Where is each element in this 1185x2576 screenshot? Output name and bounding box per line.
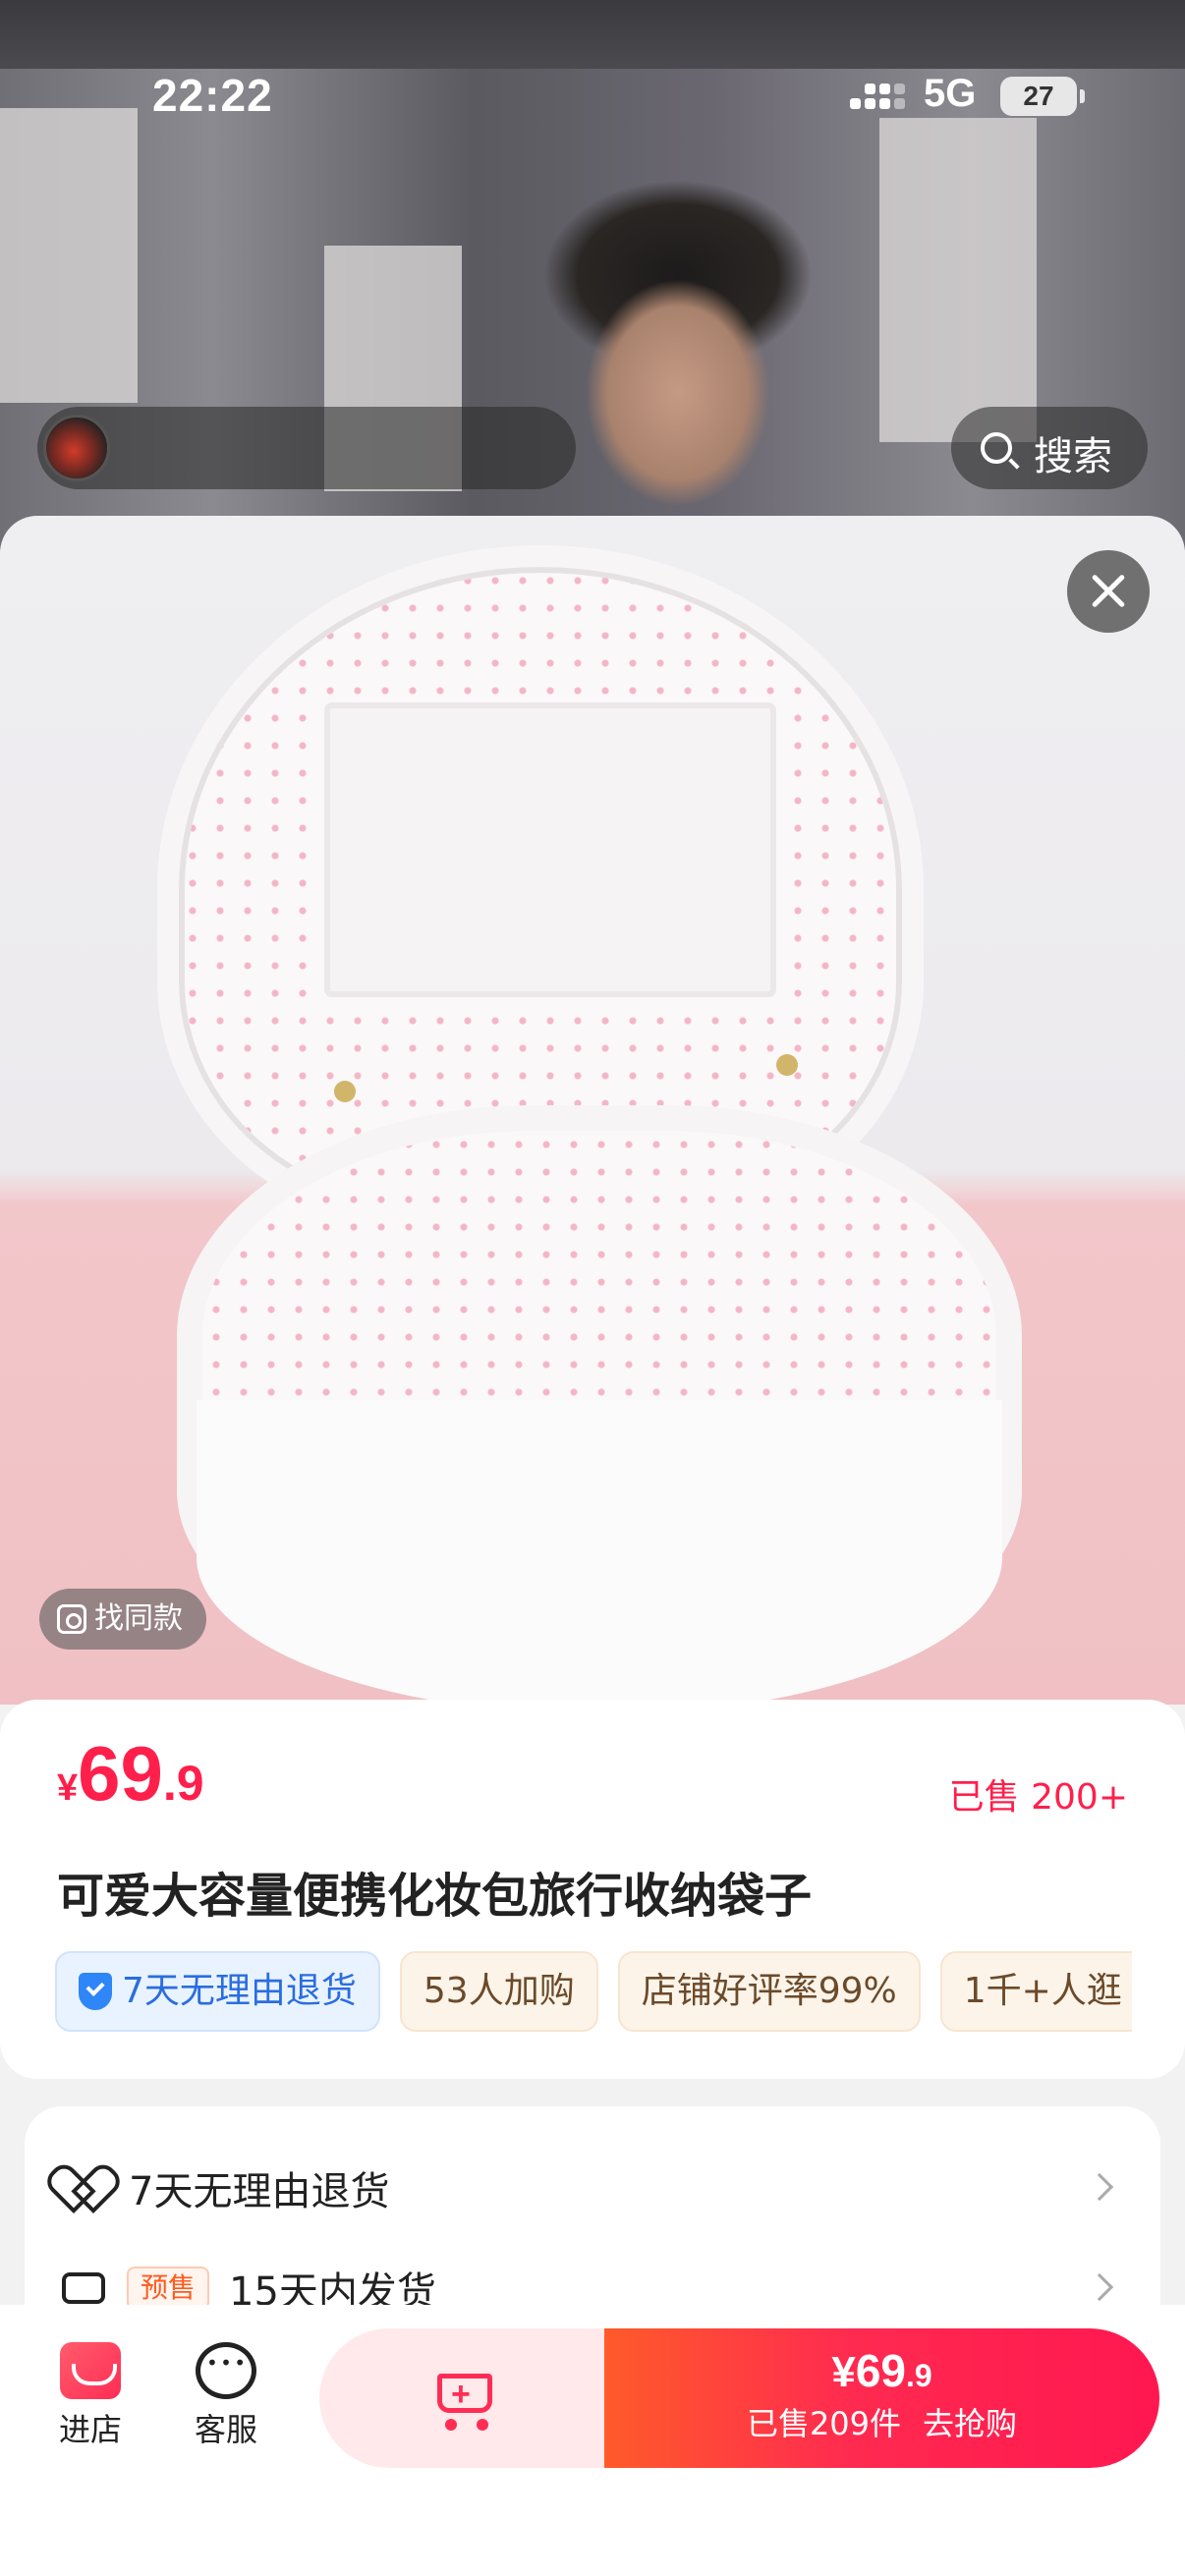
bag-front <box>197 1400 1002 1705</box>
bag-hinge-right <box>776 1054 798 1076</box>
product-info-card: ¥69.9 已售 200+ 可爱大容量便携化妆包旅行收纳袋子 7天无理由退货 5… <box>0 1700 1185 2079</box>
buy-subtitle: 已售209件 去抢购 <box>604 2399 1159 2444</box>
ceiling <box>0 0 1185 69</box>
scan-icon <box>57 1604 86 1634</box>
wall-poster-right <box>879 118 1037 442</box>
store-icon <box>60 2342 121 2399</box>
battery-icon: 27 <box>1000 77 1085 116</box>
price-currency: ¥ <box>57 1767 79 1809</box>
search-label: 搜索 <box>1034 434 1112 479</box>
customer-service-label: 客服 <box>194 2411 257 2448</box>
bag-hinge-left <box>334 1081 356 1102</box>
status-time: 22:22 <box>152 70 273 121</box>
tag-return-policy[interactable]: 7天无理由退货 <box>55 1951 380 2032</box>
find-similar-label: 找同款 <box>94 1601 183 1636</box>
tag-store-rating[interactable]: 店铺好评率99% <box>617 1951 921 2032</box>
buy-price-decimal: .9 <box>905 2358 932 2393</box>
find-similar-button[interactable]: 找同款 <box>39 1589 206 1650</box>
store-label: 进店 <box>58 2411 122 2448</box>
chat-icon <box>196 2342 256 2399</box>
signal-icon <box>850 81 907 116</box>
service-row-return[interactable]: 7天无理由退货 <box>62 2154 1123 2222</box>
tag-label: 7天无理由退货 <box>122 1971 357 2011</box>
shield-check-icon <box>79 1973 112 2010</box>
presale-badge: 预售 <box>127 2267 210 2310</box>
product-image[interactable] <box>0 516 1185 1705</box>
tag-list: 7天无理由退货 53人加购 店铺好评率99% 1千+人逛 <box>55 1951 1132 2034</box>
network-label: 5G <box>924 72 977 115</box>
price: ¥69.9 <box>57 1729 204 1819</box>
streamer-profile-pill[interactable] <box>37 407 576 489</box>
bag-inner-pocket <box>324 702 776 997</box>
avatar[interactable] <box>43 415 110 481</box>
sold-count: 已售 200+ <box>948 1777 1128 1818</box>
truck-icon <box>62 2272 105 2304</box>
tag-added-to-cart[interactable]: 53人加购 <box>399 1951 598 2032</box>
chevron-right-icon <box>1085 2172 1114 2202</box>
price-decimal: .9 <box>162 1756 204 1811</box>
chevron-right-icon <box>1085 2272 1114 2302</box>
buy-price-integer: 69 <box>855 2345 906 2396</box>
buy-action-label: 去抢购 <box>923 2405 1018 2442</box>
search-icon <box>981 432 1012 464</box>
tag-label: 店铺好评率99% <box>641 1971 897 2011</box>
tag-label: 1千+人逛 <box>963 1971 1122 2011</box>
bottom-action-bar: 进店 客服 + ¥69.9 已售209件去抢购 <box>0 2305 1185 2576</box>
product-title: 可爱大容量便携化妆包旅行收纳袋子 <box>57 1869 813 1924</box>
buy-price-currency: ¥ <box>831 2348 856 2396</box>
tag-visitors[interactable]: 1千+人逛 <box>939 1951 1132 2032</box>
wall-poster-left <box>0 108 138 403</box>
service-label: 7天无理由退货 <box>129 2169 390 2214</box>
heart-shield-icon <box>62 2168 105 2208</box>
buy-now-button[interactable]: ¥69.9 已售209件 去抢购 <box>604 2328 1159 2468</box>
tag-label: 53人加购 <box>423 1971 575 2011</box>
customer-service-button[interactable]: 客服 <box>177 2342 275 2450</box>
buy-sold-count: 已售209件 <box>746 2405 902 2442</box>
store-button[interactable]: 进店 <box>41 2342 140 2450</box>
buy-price: ¥69.9 <box>604 2344 1159 2397</box>
close-button[interactable] <box>1067 550 1150 633</box>
price-integer: 69 <box>78 1730 163 1817</box>
add-to-cart-button[interactable]: + <box>319 2328 604 2468</box>
search-button[interactable]: 搜索 <box>951 407 1148 489</box>
cart-plus-icon: + <box>427 2366 494 2431</box>
